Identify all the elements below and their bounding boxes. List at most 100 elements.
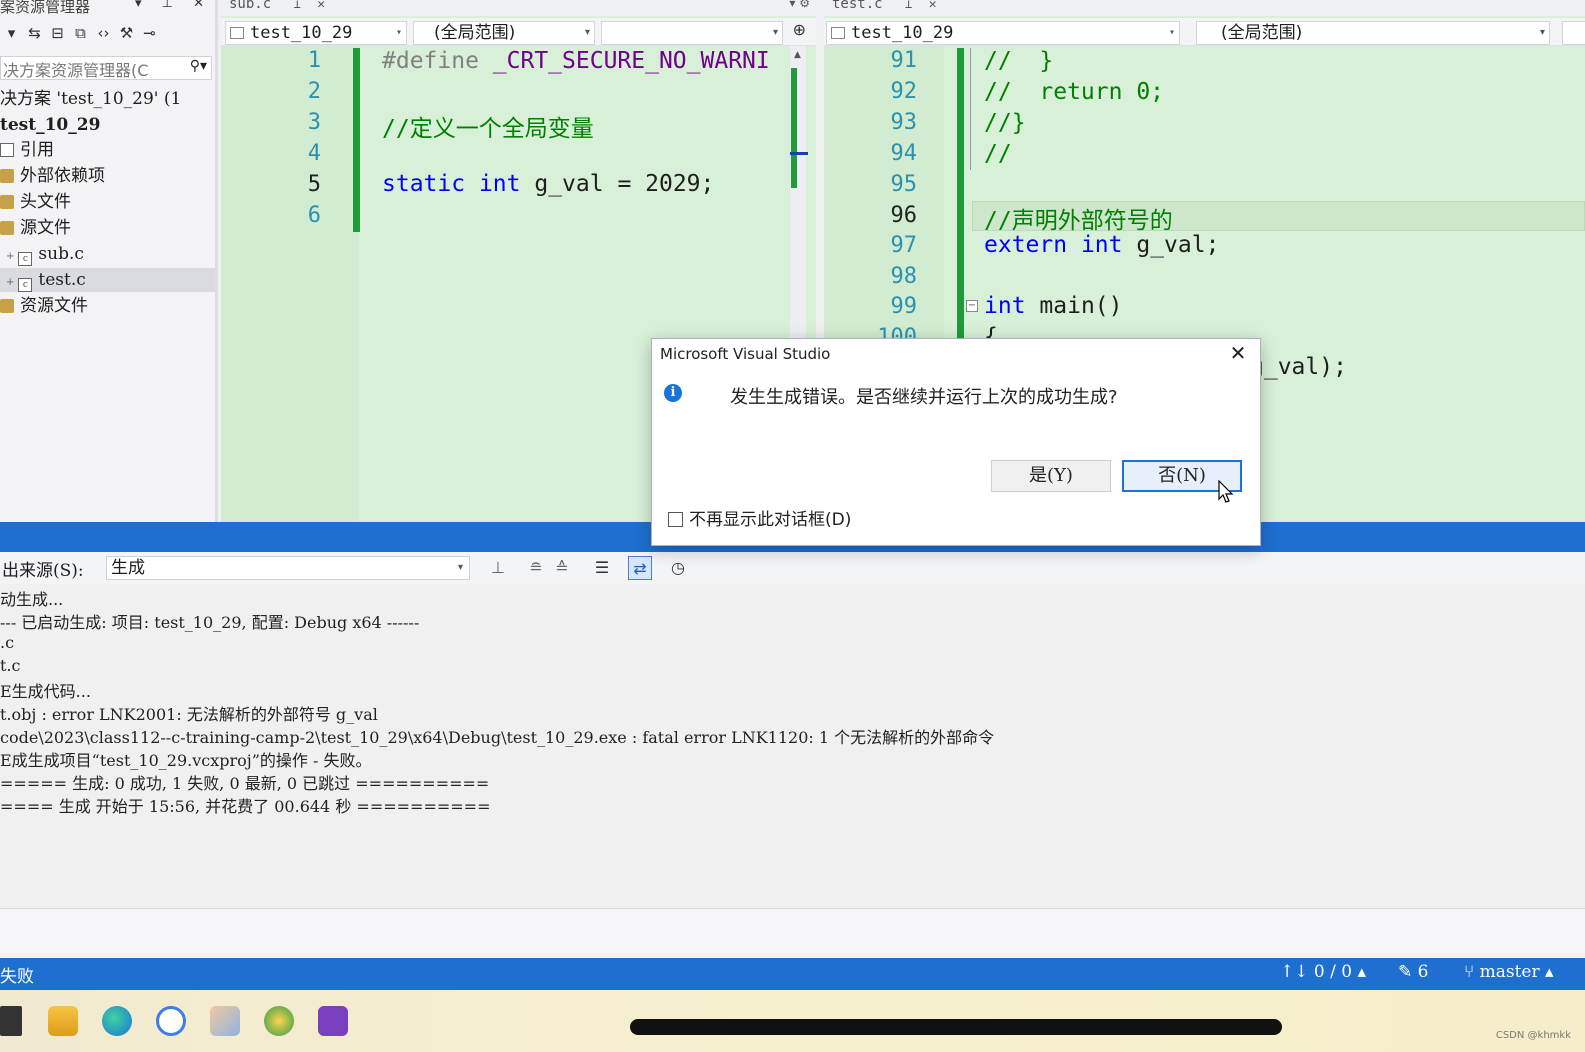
tab-sub-c[interactable]: sub.c ⊥ ✕ [229, 0, 325, 12]
code-line-94[interactable]: // [984, 141, 1012, 167]
timestamp-clock-icon[interactable]: ◷ [666, 556, 690, 580]
project-icon [230, 27, 244, 39]
tree-item-external-deps[interactable]: 外部依赖项 [0, 164, 215, 188]
tree-item-source-files[interactable]: 源文件 [0, 216, 215, 240]
pin-icon[interactable]: ⊥ [294, 0, 301, 11]
screen-recorder-bar [630, 1019, 1282, 1035]
tree-item-header-files[interactable]: 头文件 [0, 190, 215, 214]
visual-studio-icon[interactable] [318, 1006, 348, 1036]
output-line: 动生成... [0, 590, 64, 609]
chat-app-icon[interactable] [156, 1006, 186, 1036]
editor-tab-bar: test.c ⊥ ✕ [824, 0, 1585, 16]
line-number: 95 [890, 172, 918, 197]
solution-explorer-toolbar: ▾ ⇆ ⊟ ⧉ ‹› ⚒ ⊸ [0, 24, 215, 50]
scope-dropdown-value: (全局范围) [434, 23, 516, 43]
code-line-93[interactable]: //} [984, 110, 1026, 136]
editor-tab-bar: sub.c ⊥ ✕ ▾ ⚙ [221, 0, 816, 16]
close-icon[interactable]: ✕ [1224, 341, 1252, 367]
code-line-define[interactable]: #define _CRT_SECURE_NO_WARNI [382, 48, 770, 74]
tree-item-test-c[interactable]: + c test.c [0, 268, 215, 292]
dialog-message: 发生生成错误。是否继续并运行上次的成功生成? [730, 387, 1118, 408]
mouse-cursor-icon [1218, 480, 1234, 503]
app-icon[interactable] [264, 1006, 294, 1036]
clear-all-icon[interactable]: ☰ [590, 556, 614, 580]
prev-message-icon[interactable]: ≘ [524, 556, 548, 580]
project-icon [831, 27, 845, 39]
checkbox-label: 不再显示此对话框(D) [689, 510, 852, 530]
pending-changes[interactable]: ✎ 6 [1398, 962, 1428, 982]
tree-item-resource-files[interactable]: 资源文件 [0, 294, 215, 318]
split-icon[interactable]: ⊕ [793, 20, 806, 39]
collapse-icon[interactable]: ⊟ [46, 24, 69, 42]
preview-icon[interactable]: ⊸ [138, 24, 161, 42]
output-line-error: t.obj : error LNK2001: 无法解析的外部符号 g_val [0, 705, 378, 724]
dialog-title: Microsoft Visual Studio [660, 345, 831, 363]
sync-status[interactable]: ↑↓ 0 / 0 ▴ [1280, 962, 1366, 982]
word-wrap-icon[interactable]: ⇄ [628, 556, 652, 580]
code-line-declaration[interactable]: static int g_val = 2029; [382, 171, 714, 197]
tree-item-references[interactable]: 引用 [0, 138, 215, 162]
properties-wrench-icon[interactable]: ⚒ [115, 24, 138, 42]
file-explorer-icon[interactable] [48, 1006, 78, 1036]
git-branch[interactable]: ⑂ master ▴ [1464, 962, 1554, 982]
scroll-caret-marker [790, 152, 808, 155]
close-icon[interactable]: ✕ [317, 0, 325, 12]
member-dropdown[interactable]: ▾ [601, 21, 783, 45]
code-line-92[interactable]: // return 0; [984, 79, 1164, 105]
macro-name: _CRT_SECURE_NO_WARNI [492, 48, 770, 74]
task-view-icon[interactable] [0, 1006, 22, 1036]
references-icon [0, 143, 14, 157]
back-icon[interactable]: ⇆ [23, 24, 46, 42]
code-line-comment[interactable]: //定义一个全局变量 [382, 109, 594, 143]
tab-test-c[interactable]: test.c ⊥ ✕ [832, 0, 937, 12]
copy-icon[interactable]: ⧉ [69, 24, 92, 42]
tree-item-sub-c[interactable]: + c sub.c [0, 242, 215, 266]
line-number: 4 [307, 141, 321, 166]
scroll-up-icon[interactable]: ▲ [794, 50, 801, 60]
tab-overflow-icon[interactable]: ▾ ⚙ [789, 0, 810, 10]
code-line-96[interactable]: //声明外部符号的 [984, 201, 1173, 235]
horizontal-scrollbar[interactable] [0, 908, 1585, 958]
edge-browser-icon[interactable] [102, 1006, 132, 1036]
tree-item-label: 头文件 [20, 192, 71, 212]
scope-dropdown[interactable]: (全局范围) ▾ [1196, 21, 1550, 45]
close-icon[interactable]: ✕ [929, 0, 937, 12]
expand-icon[interactable]: + [6, 277, 14, 288]
scope-dropdown[interactable]: (全局范围) ▾ [413, 21, 595, 45]
search-icon[interactable]: ⚲▾ [190, 58, 207, 74]
code-line-99[interactable]: int main() [984, 293, 1123, 319]
solution-explorer-search-input[interactable]: 决方案资源管理器(C ⚲▾ [0, 56, 212, 80]
project-dropdown[interactable]: test_10_29 ▾ [826, 21, 1180, 45]
tree-item-label: test.c [38, 270, 86, 290]
code-view-icon[interactable]: ‹› [92, 24, 115, 42]
watermark: CSDN @khmkk [1495, 1030, 1571, 1041]
info-icon: i [664, 384, 682, 402]
collapse-toggle-icon[interactable]: − [966, 300, 978, 312]
code-line-97[interactable]: extern int g_val; [984, 232, 1219, 258]
find-message-icon[interactable]: ⊥ [486, 556, 510, 580]
member-dropdown[interactable] [1562, 21, 1585, 45]
expand-icon[interactable]: + [6, 251, 14, 262]
next-message-icon[interactable]: ≙ [550, 556, 574, 580]
declaration-rest: g_val; [1136, 232, 1220, 258]
dropdown-icon[interactable]: ▾ [0, 24, 23, 42]
build-status-text: 失败 [0, 967, 34, 987]
code-line-101-tail[interactable]: g_val); [1250, 354, 1347, 380]
output-line: E生成代码... [0, 682, 91, 701]
paint-icon[interactable] [210, 1006, 240, 1036]
tree-item-solution[interactable]: 决方案 'test_10_29' (1 [0, 87, 215, 111]
preprocessor-keyword: #define [382, 48, 479, 74]
pin-icon[interactable]: ⊥ [905, 0, 912, 11]
code-line-91[interactable]: // } [984, 48, 1053, 74]
checkbox-box[interactable] [668, 512, 683, 527]
keyword-static: static [382, 171, 466, 197]
output-text-area[interactable]: 动生成... --- 已启动生成: 项目: test_10_29, 配置: De… [0, 584, 1585, 908]
dont-show-again-checkbox[interactable]: 不再显示此对话框(D) [668, 505, 851, 530]
panel-window-buttons[interactable]: ▾ ⊥ ✕ [135, 0, 212, 11]
output-source-dropdown[interactable]: 生成 ▾ [106, 556, 470, 580]
tree-item-project[interactable]: test_10_29 [0, 113, 215, 137]
project-dropdown[interactable]: test_10_29 ▾ [225, 21, 407, 45]
yes-button[interactable]: 是(Y) [991, 460, 1111, 492]
solution-explorer-panel: 案资源管理器 ▾ ⊥ ✕ ▾ ⇆ ⊟ ⧉ ‹› ⚒ ⊸ 决方案资源管理器(C ⚲▾ 决方案 … [0, 0, 218, 522]
output-line: --- 已启动生成: 项目: test_10_29, 配置: Debug x64… [0, 613, 420, 632]
